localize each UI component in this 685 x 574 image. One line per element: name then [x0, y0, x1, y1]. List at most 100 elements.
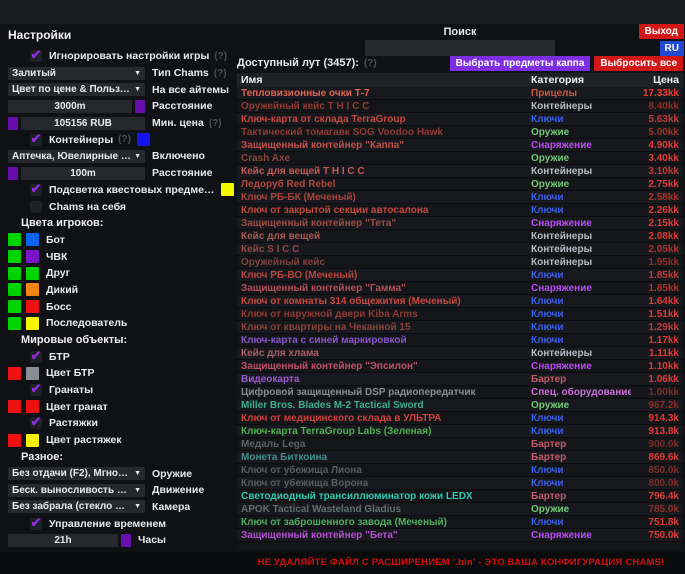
column-header-category[interactable]: Категория: [531, 74, 631, 86]
color-swatch[interactable]: [8, 283, 21, 296]
help-icon[interactable]: (?): [209, 118, 222, 129]
checkbox[interactable]: ✔: [30, 134, 42, 146]
table-row[interactable]: ВидеокартаБартер1.06kk: [237, 373, 683, 386]
settings-section-header: Цвета игроков:: [8, 215, 234, 232]
table-row[interactable]: Защищенный контейнер "Тета"Снаряжение2.1…: [237, 217, 683, 230]
color-swatch[interactable]: [8, 300, 21, 313]
table-row[interactable]: Ключ-карта от склада TerraGroupКлючи5.63…: [237, 113, 683, 126]
checkbox[interactable]: ✔: [30, 518, 42, 530]
color-swatch[interactable]: [8, 367, 21, 380]
color-swatch[interactable]: [135, 100, 145, 113]
table-row[interactable]: Ключ РБ-ВО (Меченый)Ключи1.85kk: [237, 269, 683, 282]
color-swatch[interactable]: [26, 400, 39, 413]
checkbox[interactable]: ✔: [30, 50, 42, 62]
color-swatch[interactable]: [26, 283, 39, 296]
color-swatch[interactable]: [8, 117, 18, 130]
color-swatch[interactable]: [26, 300, 39, 313]
table-row[interactable]: Цифровой защищенный DSP радиопередатчикС…: [237, 386, 683, 399]
table-row[interactable]: Ключ-карта с синей маркировкойКлючи1.17k…: [237, 334, 683, 347]
dropdown[interactable]: Залитый▼: [8, 67, 145, 80]
column-header-name[interactable]: Имя: [237, 74, 531, 86]
item-category: Оружие: [531, 127, 631, 138]
table-row[interactable]: Ключ от заброшенного завода (Меченый)Клю…: [237, 516, 683, 529]
table-row[interactable]: Защищенный контейнер "Каппа"Снаряжение4.…: [237, 139, 683, 152]
table-row[interactable]: Кейс S I C CКонтейнеры2.05kk: [237, 243, 683, 256]
table-row[interactable]: Монета БиткоинаБартер869.6k: [237, 451, 683, 464]
dropdown[interactable]: Без отдачи (F2), Мгновенное п▼: [8, 467, 145, 480]
color-swatch[interactable]: [8, 434, 21, 447]
color-swatch[interactable]: [8, 267, 21, 280]
table-row[interactable]: Ключ-карта TerraGroup Labs (Зеленая)Ключ…: [237, 425, 683, 438]
text-input[interactable]: 105156 RUB: [21, 117, 145, 130]
color-swatch[interactable]: [8, 167, 18, 180]
checkbox[interactable]: ✔: [30, 417, 42, 429]
table-row[interactable]: Защищенный контейнер "Эпсилон"Снаряжение…: [237, 360, 683, 373]
color-swatch[interactable]: [221, 183, 234, 196]
settings-row: 100mРасстояние: [8, 165, 234, 182]
color-swatch[interactable]: [121, 534, 131, 547]
text-input[interactable]: 21h: [8, 534, 118, 547]
dropdown[interactable]: Аптечка, Ювелирные и...▼: [8, 150, 145, 163]
table-row[interactable]: Ключ от закрытой секции автосалонаКлючи2…: [237, 204, 683, 217]
checkbox[interactable]: ✔: [30, 351, 42, 363]
table-row[interactable]: Crash AxeОружие3.40kk: [237, 152, 683, 165]
loot-count-label: Доступный лут (3457):: [237, 57, 359, 69]
color-row-label: Цвет гранат: [46, 401, 108, 413]
table-row[interactable]: Ледоруб Red RebelОружие2.75kk: [237, 178, 683, 191]
item-name: Ключ-карта от склада TerraGroup: [237, 114, 531, 125]
color-swatch[interactable]: [137, 133, 150, 146]
checkbox[interactable]: ✔: [30, 184, 42, 196]
discard-all-button[interactable]: Выбросить все: [594, 56, 683, 71]
table-row[interactable]: APOK Tactical Wasteland GladiusОружие785…: [237, 503, 683, 516]
table-row[interactable]: Ключ от квартиры на Чеканной 15Ключи1.29…: [237, 321, 683, 334]
search-input[interactable]: [365, 40, 555, 56]
table-row[interactable]: Оружейный кейс T H I C CКонтейнеры8.40kk: [237, 100, 683, 113]
help-icon[interactable]: (?): [118, 134, 131, 145]
table-row[interactable]: Кейс для вещейКонтейнеры2.08kk: [237, 230, 683, 243]
color-swatch[interactable]: [8, 233, 21, 246]
table-row[interactable]: Тактический томагавк SOG Voodoo HawkОруж…: [237, 126, 683, 139]
dropdown[interactable]: Без забрала (стекло шлема)▼: [8, 500, 145, 513]
color-swatch[interactable]: [8, 250, 21, 263]
color-swatch[interactable]: [8, 317, 21, 330]
checkbox[interactable]: [30, 201, 42, 213]
exit-button[interactable]: Выход: [639, 24, 684, 39]
item-category: Ключи: [531, 335, 631, 346]
table-row[interactable]: Тепловизионные очки Т-7Прицелы17.33kk: [237, 87, 683, 100]
table-row[interactable]: Ключ от медицинского склада в УЛЬТРАКлюч…: [237, 412, 683, 425]
table-row[interactable]: Защищенный контейнер "Бета"Снаряжение750…: [237, 529, 683, 542]
color-swatch[interactable]: [26, 267, 39, 280]
table-row[interactable]: Кейс для вещей T H I C CКонтейнеры3.10kk: [237, 165, 683, 178]
table-row[interactable]: Медаль LegaБартер900.0k: [237, 438, 683, 451]
color-swatch[interactable]: [26, 367, 39, 380]
table-row[interactable]: Защищенный контейнер "Гамма"Снаряжение1.…: [237, 282, 683, 295]
color-swatch[interactable]: [26, 250, 39, 263]
dropdown[interactable]: Цвет по цене & Пользователь▼: [8, 83, 145, 96]
loot-help-icon[interactable]: (?): [364, 58, 377, 69]
text-input[interactable]: 100m: [21, 167, 145, 180]
color-swatch[interactable]: [8, 400, 21, 413]
language-button[interactable]: RU: [660, 41, 684, 56]
table-row[interactable]: Miller Bros. Blades M-2 Tactical SwordОр…: [237, 399, 683, 412]
item-category: Снаряжение: [531, 218, 631, 229]
table-row[interactable]: Ключ от наружной двери Kiba ArmsКлючи1.5…: [237, 308, 683, 321]
settings-row: Цвет БТР: [8, 365, 234, 382]
table-row[interactable]: Оружейный кейсКонтейнеры1.95kk: [237, 256, 683, 269]
checkbox[interactable]: ✔: [30, 384, 42, 396]
table-row[interactable]: Кейс для хламаКонтейнеры1.11kk: [237, 347, 683, 360]
table-row[interactable]: Светодиодный трансиллюминатор кожи LEDXБ…: [237, 490, 683, 503]
column-header-price[interactable]: Цена: [631, 74, 683, 86]
table-row[interactable]: Ключ от убежища ВоронаКлючи800.0k: [237, 477, 683, 490]
table-row[interactable]: Ключ РБ-БК (Меченый)Ключи2.58kk: [237, 191, 683, 204]
table-row[interactable]: Ключ от комнаты 314 общежития (Меченый)К…: [237, 295, 683, 308]
color-swatch[interactable]: [26, 233, 39, 246]
help-icon[interactable]: (?): [214, 51, 227, 62]
select-kappa-items-button[interactable]: Выбрать предметы каппа: [450, 56, 591, 71]
help-icon[interactable]: (?): [214, 68, 227, 79]
color-swatch[interactable]: [26, 317, 39, 330]
color-swatch[interactable]: [26, 434, 39, 447]
table-row[interactable]: Ключ от убежища ЛионаКлючи850.0k: [237, 464, 683, 477]
item-category: Оружие: [531, 179, 631, 190]
dropdown[interactable]: Беск. выносливость и нет уста▼: [8, 484, 145, 497]
text-input[interactable]: 3000m: [8, 100, 132, 113]
